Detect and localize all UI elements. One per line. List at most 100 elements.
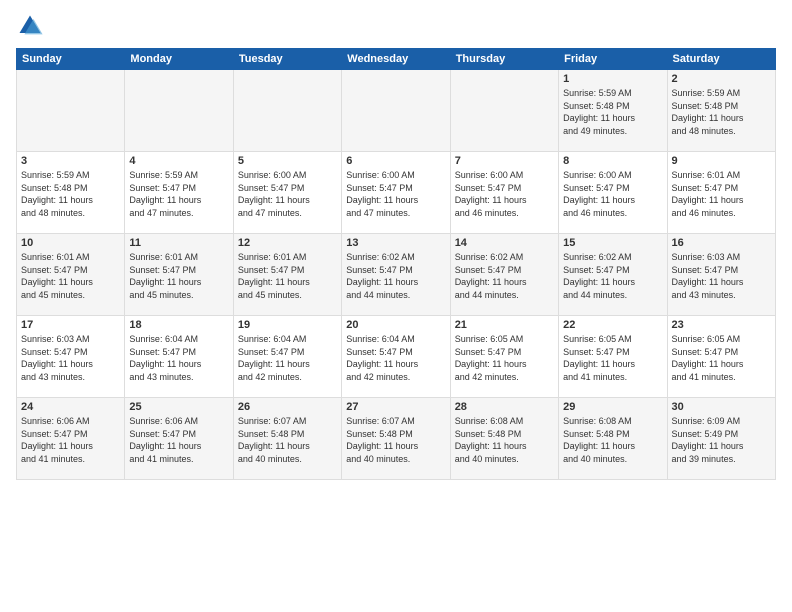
day-number: 5 [238, 155, 337, 167]
day-info: Sunrise: 6:05 AM Sunset: 5:47 PM Dayligh… [563, 333, 662, 383]
calendar-cell: 9 Sunrise: 6:01 AM Sunset: 5:47 PM Daylig… [667, 152, 775, 234]
calendar-cell [125, 70, 233, 152]
calendar-cell: 23 Sunrise: 6:05 AM Sunset: 5:47 PM Dayli… [667, 316, 775, 398]
calendar-header-friday: Friday [559, 49, 667, 70]
day-number: 15 [563, 237, 662, 249]
day-info: Sunrise: 6:06 AM Sunset: 5:47 PM Dayligh… [21, 415, 120, 465]
day-number: 23 [672, 319, 771, 331]
day-number: 13 [346, 237, 445, 249]
calendar-cell [233, 70, 341, 152]
day-number: 17 [21, 319, 120, 331]
day-number: 3 [21, 155, 120, 167]
day-number: 22 [563, 319, 662, 331]
day-number: 30 [672, 401, 771, 413]
calendar-header-wednesday: Wednesday [342, 49, 450, 70]
calendar-cell: 22 Sunrise: 6:05 AM Sunset: 5:47 PM Dayli… [559, 316, 667, 398]
day-info: Sunrise: 6:00 AM Sunset: 5:47 PM Dayligh… [346, 169, 445, 219]
calendar-cell: 12Sunrise: 6:01 AM Sunset: 5:47 PM Dayli… [233, 234, 341, 316]
day-info: Sunrise: 6:04 AM Sunset: 5:47 PM Dayligh… [238, 333, 337, 383]
day-number: 20 [346, 319, 445, 331]
calendar: SundayMondayTuesdayWednesdayThursdayFrid… [16, 48, 776, 480]
calendar-week-4: 17 Sunrise: 6:03 AM Sunset: 5:47 PM Dayli… [17, 316, 776, 398]
calendar-cell: 24 Sunrise: 6:06 AM Sunset: 5:47 PM Dayli… [17, 398, 125, 480]
calendar-cell: 6 Sunrise: 6:00 AM Sunset: 5:47 PM Daylig… [342, 152, 450, 234]
day-info: Sunrise: 6:05 AM Sunset: 5:47 PM Dayligh… [672, 333, 771, 383]
header [16, 12, 776, 40]
calendar-cell: 16 Sunrise: 6:03 AM Sunset: 5:47 PM Dayli… [667, 234, 775, 316]
calendar-cell: 7Sunrise: 6:00 AM Sunset: 5:47 PM Daylig… [450, 152, 558, 234]
day-number: 9 [672, 155, 771, 167]
day-number: 18 [129, 319, 228, 331]
day-info: Sunrise: 6:01 AM Sunset: 5:47 PM Dayligh… [238, 251, 337, 301]
calendar-cell: 15 Sunrise: 6:02 AM Sunset: 5:47 PM Dayli… [559, 234, 667, 316]
day-info: Sunrise: 6:08 AM Sunset: 5:48 PM Dayligh… [563, 415, 662, 465]
day-info: Sunrise: 5:59 AM Sunset: 5:48 PM Dayligh… [563, 87, 662, 137]
logo-icon [16, 12, 44, 40]
day-number: 27 [346, 401, 445, 413]
calendar-cell: 28 Sunrise: 6:08 AM Sunset: 5:48 PM Dayli… [450, 398, 558, 480]
calendar-header-thursday: Thursday [450, 49, 558, 70]
day-info: Sunrise: 6:05 AM Sunset: 5:47 PM Dayligh… [455, 333, 554, 383]
calendar-week-5: 24 Sunrise: 6:06 AM Sunset: 5:47 PM Dayli… [17, 398, 776, 480]
day-number: 29 [563, 401, 662, 413]
day-number: 21 [455, 319, 554, 331]
calendar-header-tuesday: Tuesday [233, 49, 341, 70]
day-info: Sunrise: 5:59 AM Sunset: 5:48 PM Dayligh… [21, 169, 120, 219]
calendar-cell: 20 Sunrise: 6:04 AM Sunset: 5:47 PM Dayli… [342, 316, 450, 398]
day-info: Sunrise: 5:59 AM Sunset: 5:47 PM Dayligh… [129, 169, 228, 219]
calendar-header-row: SundayMondayTuesdayWednesdayThursdayFrid… [17, 49, 776, 70]
day-info: Sunrise: 6:03 AM Sunset: 5:47 PM Dayligh… [672, 251, 771, 301]
day-number: 10 [21, 237, 120, 249]
calendar-header-monday: Monday [125, 49, 233, 70]
day-info: Sunrise: 6:00 AM Sunset: 5:47 PM Dayligh… [563, 169, 662, 219]
calendar-cell: 11 Sunrise: 6:01 AM Sunset: 5:47 PM Dayli… [125, 234, 233, 316]
calendar-week-1: 1 Sunrise: 5:59 AM Sunset: 5:48 PM Daylig… [17, 70, 776, 152]
calendar-cell: 30 Sunrise: 6:09 AM Sunset: 5:49 PM Dayli… [667, 398, 775, 480]
day-number: 26 [238, 401, 337, 413]
day-number: 4 [129, 155, 228, 167]
calendar-cell: 29 Sunrise: 6:08 AM Sunset: 5:48 PM Dayli… [559, 398, 667, 480]
day-info: Sunrise: 6:04 AM Sunset: 5:47 PM Dayligh… [346, 333, 445, 383]
calendar-cell: 19 Sunrise: 6:04 AM Sunset: 5:47 PM Dayli… [233, 316, 341, 398]
day-number: 2 [672, 73, 771, 85]
calendar-cell: 21 Sunrise: 6:05 AM Sunset: 5:47 PM Dayli… [450, 316, 558, 398]
day-info: Sunrise: 6:02 AM Sunset: 5:47 PM Dayligh… [346, 251, 445, 301]
calendar-header-saturday: Saturday [667, 49, 775, 70]
day-number: 25 [129, 401, 228, 413]
day-info: Sunrise: 6:02 AM Sunset: 5:47 PM Dayligh… [563, 251, 662, 301]
day-info: Sunrise: 6:08 AM Sunset: 5:48 PM Dayligh… [455, 415, 554, 465]
calendar-cell: 25 Sunrise: 6:06 AM Sunset: 5:47 PM Dayli… [125, 398, 233, 480]
day-number: 16 [672, 237, 771, 249]
day-number: 14 [455, 237, 554, 249]
day-number: 6 [346, 155, 445, 167]
day-number: 11 [129, 237, 228, 249]
day-info: Sunrise: 6:01 AM Sunset: 5:47 PM Dayligh… [129, 251, 228, 301]
day-info: Sunrise: 6:01 AM Sunset: 5:47 PM Dayligh… [672, 169, 771, 219]
day-info: Sunrise: 6:06 AM Sunset: 5:47 PM Dayligh… [129, 415, 228, 465]
calendar-cell: 1 Sunrise: 5:59 AM Sunset: 5:48 PM Daylig… [559, 70, 667, 152]
calendar-cell: 17 Sunrise: 6:03 AM Sunset: 5:47 PM Dayli… [17, 316, 125, 398]
calendar-cell: 27Sunrise: 6:07 AM Sunset: 5:48 PM Dayli… [342, 398, 450, 480]
day-number: 19 [238, 319, 337, 331]
day-info: Sunrise: 6:07 AM Sunset: 5:48 PM Dayligh… [238, 415, 337, 465]
calendar-cell: 13 Sunrise: 6:02 AM Sunset: 5:47 PM Dayli… [342, 234, 450, 316]
calendar-week-2: 3 Sunrise: 5:59 AM Sunset: 5:48 PM Daylig… [17, 152, 776, 234]
calendar-cell: 3 Sunrise: 5:59 AM Sunset: 5:48 PM Daylig… [17, 152, 125, 234]
calendar-cell: 14 Sunrise: 6:02 AM Sunset: 5:47 PM Dayli… [450, 234, 558, 316]
day-number: 1 [563, 73, 662, 85]
day-info: Sunrise: 6:00 AM Sunset: 5:47 PM Dayligh… [238, 169, 337, 219]
calendar-cell: 5 Sunrise: 6:00 AM Sunset: 5:47 PM Daylig… [233, 152, 341, 234]
day-number: 24 [21, 401, 120, 413]
day-number: 28 [455, 401, 554, 413]
day-info: Sunrise: 6:09 AM Sunset: 5:49 PM Dayligh… [672, 415, 771, 465]
day-number: 7 [455, 155, 554, 167]
calendar-cell [342, 70, 450, 152]
day-info: Sunrise: 5:59 AM Sunset: 5:48 PM Dayligh… [672, 87, 771, 137]
logo [16, 12, 48, 40]
day-info: Sunrise: 6:03 AM Sunset: 5:47 PM Dayligh… [21, 333, 120, 383]
day-info: Sunrise: 6:04 AM Sunset: 5:47 PM Dayligh… [129, 333, 228, 383]
day-info: Sunrise: 6:02 AM Sunset: 5:47 PM Dayligh… [455, 251, 554, 301]
calendar-cell [450, 70, 558, 152]
calendar-cell: 2 Sunrise: 5:59 AM Sunset: 5:48 PM Daylig… [667, 70, 775, 152]
page: SundayMondayTuesdayWednesdayThursdayFrid… [0, 0, 792, 612]
